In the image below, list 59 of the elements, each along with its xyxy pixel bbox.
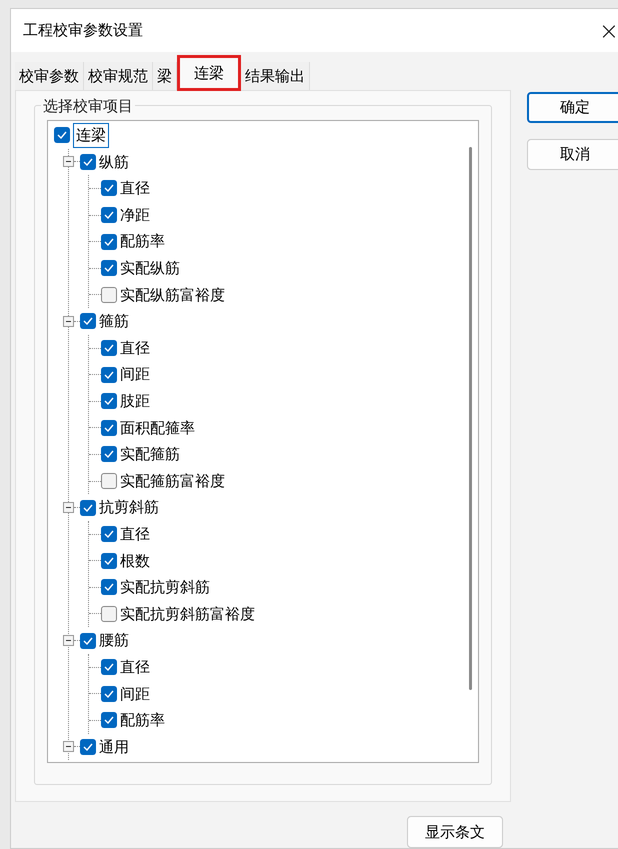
collapse-icon[interactable] (63, 316, 74, 327)
checkbox[interactable] (80, 154, 96, 170)
tree-item-label[interactable]: 根数 (120, 550, 150, 572)
checkbox[interactable] (101, 420, 117, 436)
close-button[interactable]: × (598, 18, 618, 42)
checkbox[interactable] (101, 552, 117, 569)
tree-item-label[interactable]: 连梁 (73, 123, 109, 148)
tree-item-label[interactable]: 抗剪斜筋 (99, 496, 159, 519)
tree-item-label[interactable]: 净距 (120, 204, 150, 226)
tree-item-label[interactable]: 通用 (99, 736, 129, 758)
tree-item-label[interactable]: 实配箍筋富裕度 (120, 470, 225, 492)
dialog-button[interactable]: 确定 (527, 92, 618, 123)
checkbox[interactable] (101, 393, 117, 410)
checkbox[interactable] (101, 180, 117, 196)
checkbox[interactable] (101, 579, 117, 596)
tree-item-label[interactable]: 实配纵筋 (120, 257, 180, 280)
window-title: 工程校审参数设置 (23, 20, 143, 42)
checkbox[interactable] (101, 234, 117, 250)
collapse-icon[interactable] (63, 635, 74, 646)
tree-item-label[interactable]: 实配箍筋 (120, 443, 180, 466)
tree-item-label[interactable]: 纵筋 (99, 150, 129, 174)
checkbox[interactable] (101, 659, 117, 676)
checkbox[interactable] (101, 712, 117, 728)
checkbox[interactable] (101, 340, 117, 356)
checkbox[interactable] (101, 473, 117, 490)
checkbox[interactable] (101, 606, 117, 622)
tree-item-label[interactable]: 面积配箍率 (120, 416, 195, 440)
tree-item-label[interactable]: 实配抗剪斜筋 (120, 576, 210, 599)
checkbox[interactable] (101, 526, 117, 542)
checkbox[interactable] (101, 446, 117, 462)
tree-item-label[interactable]: 实配抗剪斜筋富裕度 (120, 602, 255, 626)
checkbox[interactable] (101, 260, 117, 276)
checkbox[interactable] (80, 500, 96, 516)
tree-item-label[interactable]: 腰筋 (99, 629, 129, 652)
tree-item-label[interactable]: 间距 (120, 682, 150, 706)
collapse-icon[interactable] (63, 156, 74, 168)
checkbox[interactable] (80, 632, 96, 649)
checkbox[interactable] (101, 686, 117, 702)
show-clauses-button[interactable]: 显示条文 (407, 816, 503, 848)
tree-item-label[interactable]: 间距 (120, 363, 150, 386)
checkbox[interactable] (101, 286, 117, 303)
dialog-button[interactable]: 取消 (527, 139, 618, 170)
checkbox[interactable] (101, 207, 117, 224)
collapse-icon[interactable] (63, 502, 74, 514)
tree-item-label[interactable]: 肢距 (120, 390, 150, 412)
checkbox[interactable] (101, 366, 117, 383)
tree-item-label[interactable]: 实配纵筋富裕度 (120, 284, 225, 306)
checkbox[interactable] (80, 313, 96, 330)
tree-item-label[interactable]: 配筋率 (120, 230, 165, 253)
collapse-icon[interactable] (63, 741, 74, 752)
tree-item-label[interactable]: 直径 (120, 656, 150, 678)
checkbox[interactable] (80, 738, 96, 755)
tree-item-label[interactable]: 配筋率 (120, 709, 165, 732)
tree-item-label[interactable]: 直径 (120, 336, 150, 360)
tab[interactable]: 连梁 (177, 55, 241, 91)
checkbox[interactable] (54, 127, 70, 144)
tree-item-label[interactable]: 箍筋 (99, 310, 129, 333)
tree-item-label[interactable]: 直径 (120, 522, 150, 546)
tree-item-label[interactable]: 直径 (120, 177, 150, 200)
